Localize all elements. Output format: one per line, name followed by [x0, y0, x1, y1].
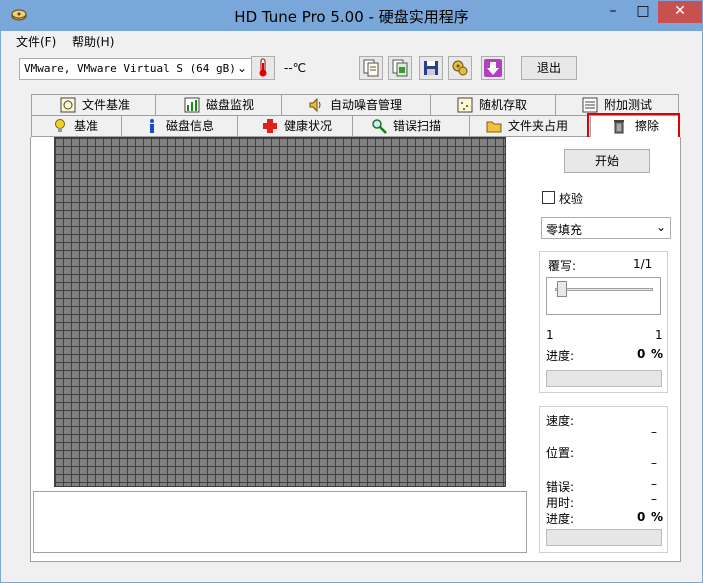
lightbulb-icon — [55, 119, 65, 132]
tab-label: 自动噪音管理 — [330, 98, 403, 112]
tab-label: 文件夹占用 — [508, 119, 569, 133]
tab-strip: 文件基准 磁盘监视 自动噪音管理 随机存取 附加测试 基准 磁盘信息 健康状况 … — [31, 94, 681, 138]
passes-value: 1/1 — [633, 257, 653, 271]
tab-label: 磁盘信息 — [166, 119, 215, 133]
window-title: HD Tune Pro 5.00 - 硬盘实用程序 — [234, 8, 469, 26]
title-bar[interactable]: HD Tune Pro 5.00 - 硬盘实用程序 – □ ✕ — [1, 1, 702, 31]
elapsed-label: 用时: — [546, 496, 575, 510]
menu-help[interactable]: 帮助(H) — [72, 33, 114, 50]
minimize-button[interactable]: – — [598, 1, 628, 23]
slider-max: 1 — [655, 328, 663, 342]
slider-track — [555, 288, 653, 291]
tab-label: 错误扫描 — [393, 119, 442, 133]
exit-button[interactable]: 退出 — [521, 56, 577, 80]
thermometer-icon — [259, 58, 267, 77]
floppy-icon — [424, 61, 438, 75]
extra-tests-icon — [582, 97, 598, 113]
tab-label: 健康状况 — [284, 119, 333, 133]
copy-image-icon — [392, 59, 408, 77]
drive-select-value: VMware, VMware Virtual S (64 gB) — [24, 62, 236, 75]
options-button[interactable] — [448, 56, 472, 80]
tab-file-benchmark[interactable]: 文件基准 — [31, 94, 156, 116]
speed-label: 速度: — [546, 414, 575, 428]
magnifier-icon — [372, 119, 387, 134]
tab-error-scan[interactable]: 错误扫描 — [352, 115, 470, 137]
speaker-icon — [309, 97, 321, 113]
verify-checkbox[interactable] — [542, 191, 555, 204]
progress-unit: % — [651, 347, 664, 361]
fill-mode-value: 零填充 — [546, 223, 583, 237]
fill-mode-select[interactable]: 零填充 ⌄ — [541, 217, 671, 239]
file-benchmark-icon — [60, 97, 76, 113]
position-label: 位置: — [546, 446, 575, 460]
tab-health[interactable]: 健康状况 — [237, 115, 353, 137]
elapsed-value: – — [651, 492, 657, 506]
total-progress-bar — [546, 529, 662, 546]
progress-value: 0 — [637, 347, 646, 361]
slider-min: 1 — [546, 328, 554, 342]
errors-label: 错误: — [546, 480, 575, 494]
total-progress-label: 进度: — [546, 512, 575, 526]
copy-image-button[interactable] — [388, 56, 412, 80]
menu-file[interactable]: 文件(F) — [16, 33, 56, 50]
gears-icon — [452, 60, 468, 76]
total-progress-value: 0 — [637, 510, 646, 524]
folder-icon — [486, 121, 502, 133]
copy-text-icon — [363, 59, 379, 77]
passes-slider[interactable] — [546, 277, 661, 315]
tab-label: 附加测试 — [604, 98, 653, 112]
progress-label: 进度: — [546, 349, 575, 363]
toolbar: VMware, VMware Virtual S (64 gB) ⌄ --℃ 退… — [9, 51, 694, 89]
tab-aam[interactable]: 自动噪音管理 — [281, 94, 431, 116]
temperature-readout: --℃ — [284, 61, 307, 75]
drive-select[interactable]: VMware, VMware Virtual S (64 gB) ⌄ — [19, 58, 252, 80]
tab-random-access[interactable]: 随机存取 — [430, 94, 556, 116]
menu-bar: 文件(F) 帮助(H) — [1, 31, 702, 51]
passes-label: 覆写: — [548, 259, 577, 273]
arrow-down-icon — [484, 59, 502, 77]
progress-bar — [546, 370, 662, 387]
app-window: HD Tune Pro 5.00 - 硬盘实用程序 – □ ✕ 文件(F) 帮助… — [0, 0, 703, 583]
errors-value: – — [651, 477, 657, 491]
update-button[interactable] — [481, 56, 505, 80]
red-cross-icon — [263, 119, 277, 133]
copy-text-button[interactable] — [359, 56, 383, 80]
tab-disk-monitor[interactable]: 磁盘监视 — [155, 94, 282, 116]
total-progress-unit: % — [651, 510, 664, 524]
tab-benchmark[interactable]: 基准 — [31, 115, 122, 137]
close-button[interactable]: ✕ — [658, 1, 702, 23]
chevron-down-icon: ⌄ — [236, 61, 247, 75]
start-button[interactable]: 开始 — [564, 149, 650, 173]
tab-label: 基准 — [74, 119, 99, 133]
block-map-grid — [54, 137, 506, 487]
active-tab-highlight — [587, 113, 680, 140]
tab-label: 随机存取 — [479, 98, 528, 112]
log-output[interactable] — [33, 491, 527, 553]
tab-folder-usage[interactable]: 文件夹占用 — [469, 115, 591, 137]
tab-label: 文件基准 — [82, 98, 131, 112]
slider-thumb[interactable] — [557, 281, 567, 297]
position-value: – — [651, 456, 657, 470]
chevron-down-icon: ⌄ — [655, 220, 666, 234]
thermometer-button[interactable] — [251, 56, 275, 80]
verify-label: 校验 — [559, 192, 584, 206]
tab-disk-info[interactable]: 磁盘信息 — [121, 115, 238, 137]
save-button[interactable] — [419, 56, 443, 80]
maximize-button[interactable]: □ — [628, 1, 658, 23]
tab-label: 磁盘监视 — [206, 98, 255, 112]
speed-value: – — [651, 425, 657, 439]
bar-chart-icon — [184, 97, 200, 113]
info-icon — [150, 119, 154, 133]
random-access-icon — [457, 97, 473, 113]
